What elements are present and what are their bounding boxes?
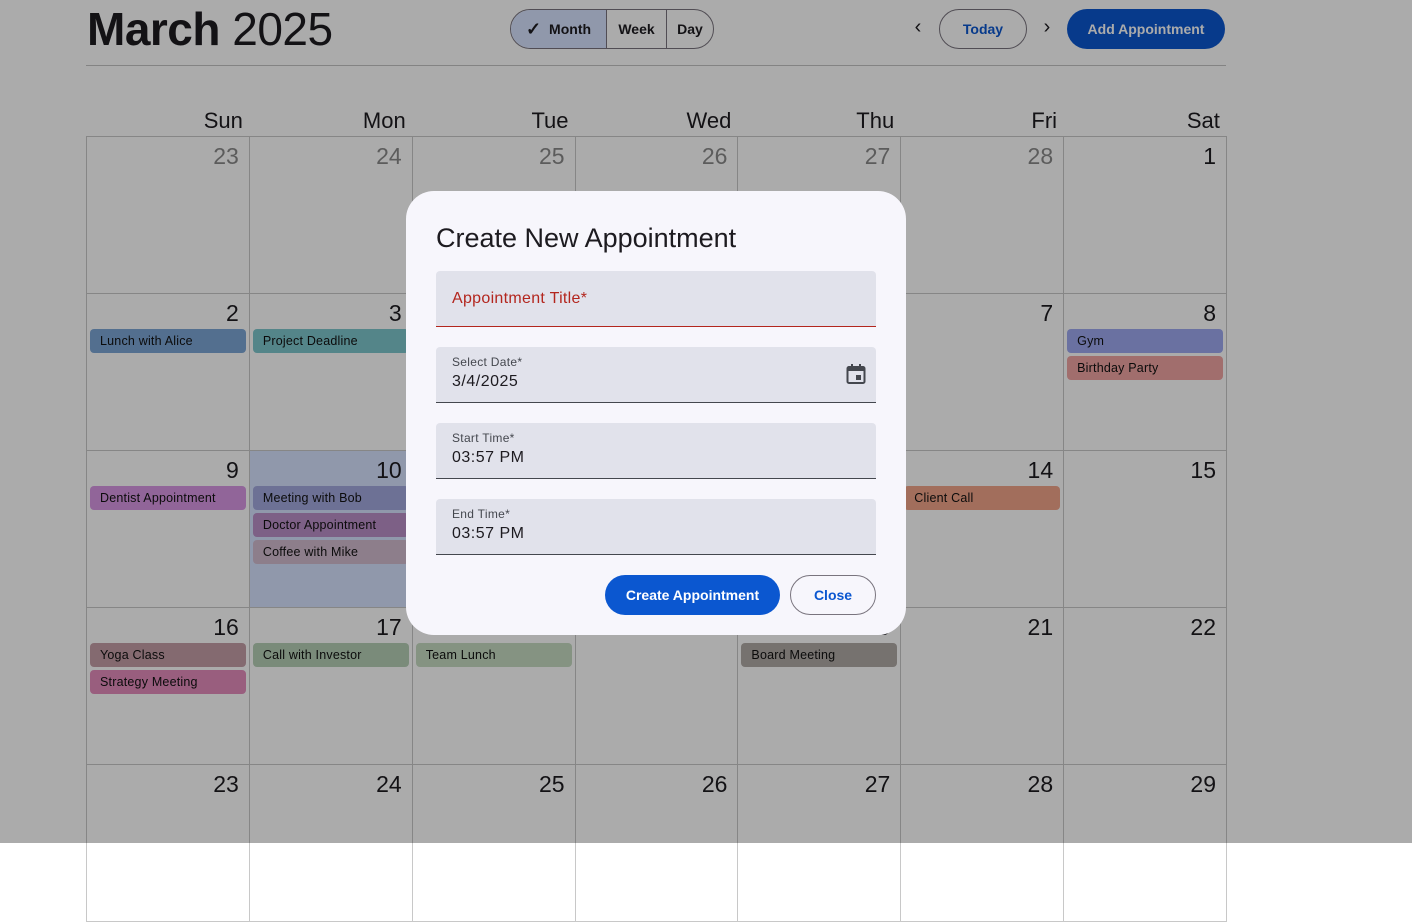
create-appointment-button[interactable]: Create Appointment: [605, 575, 780, 615]
end-time-value: 03:57 PM: [452, 525, 525, 542]
close-button[interactable]: Close: [790, 575, 876, 615]
select-date-value: 3/4/2025: [452, 373, 519, 390]
end-time-field[interactable]: End Time* 03:57 PM: [436, 499, 876, 555]
create-appointment-dialog: Create New Appointment Appointment Title…: [406, 191, 906, 635]
appointment-title-placeholder: Appointment Title*: [452, 290, 588, 307]
calendar-icon[interactable]: [846, 363, 866, 385]
start-time-label: Start Time*: [452, 431, 515, 445]
end-time-label: End Time*: [452, 507, 511, 521]
start-time-value: 03:57 PM: [452, 449, 525, 466]
start-time-field[interactable]: Start Time* 03:57 PM: [436, 423, 876, 479]
select-date-field[interactable]: Select Date* 3/4/2025: [436, 347, 876, 403]
appointment-title-field[interactable]: Appointment Title*: [436, 271, 876, 327]
select-date-label: Select Date*: [452, 355, 523, 369]
dialog-title: Create New Appointment: [436, 223, 737, 253]
